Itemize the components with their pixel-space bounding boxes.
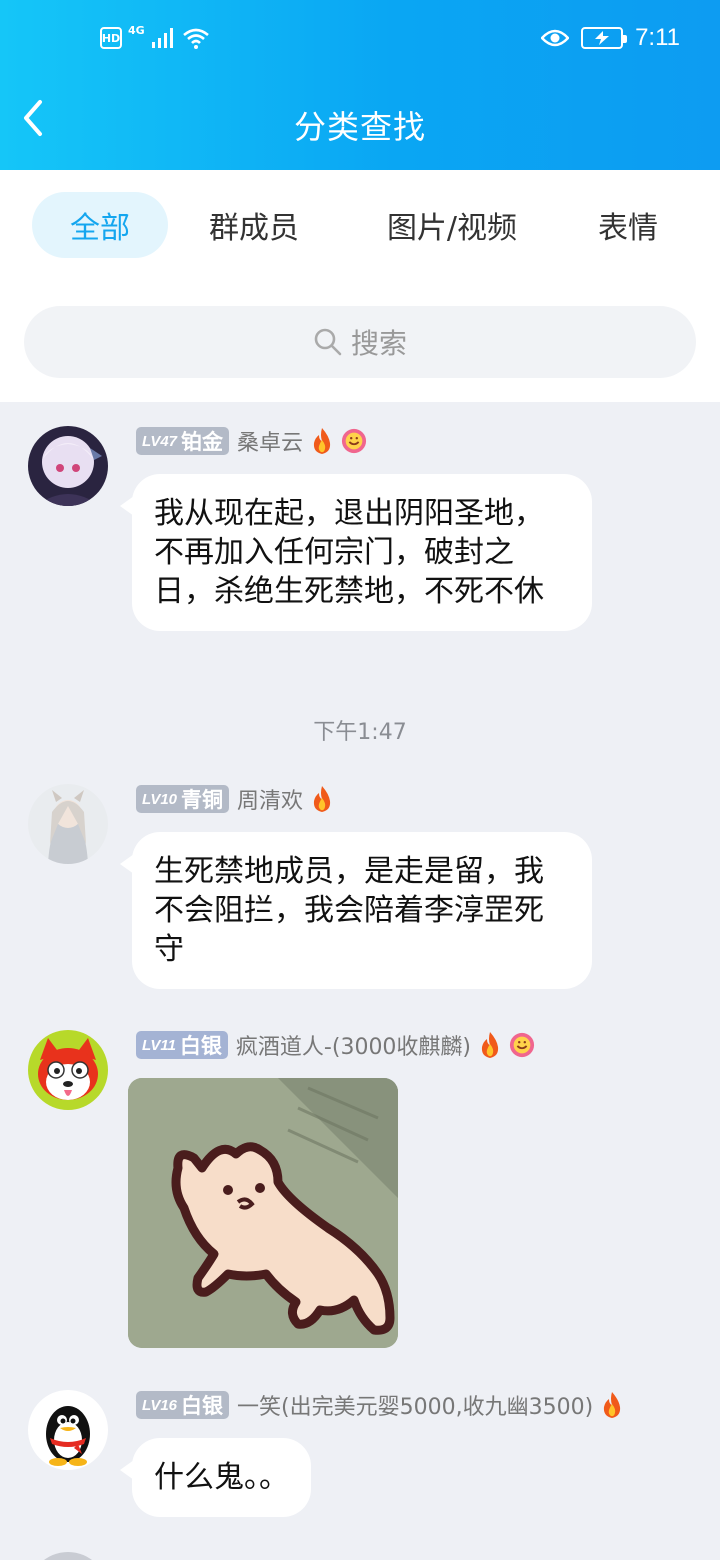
fire-icon xyxy=(604,1392,621,1418)
header: HD 4G 7:11 分类查找 xyxy=(0,0,720,170)
fire-icon xyxy=(313,428,331,454)
level-rank: 青铜 xyxy=(181,788,224,812)
level-number: LV16 xyxy=(142,1396,178,1414)
nav-bar: 分类查找 xyxy=(0,84,720,170)
page-title: 分类查找 xyxy=(293,108,426,146)
fire-icon xyxy=(481,1032,499,1058)
status-bar: HD 4G 7:11 xyxy=(0,0,720,84)
avatar[interactable] xyxy=(28,1390,108,1470)
chat-history[interactable]: LV47 铂金 桑卓云 我从现在起，退出阴阳圣地，不再加入任何宗门，破封之日，杀… xyxy=(0,402,720,1560)
network-type: 4G xyxy=(128,23,145,37)
hd-badge: HD xyxy=(100,27,122,49)
search-input[interactable]: 搜索 xyxy=(24,306,696,378)
level-number: LV11 xyxy=(142,1036,176,1054)
sender-meta: LV47 铂金 桑卓云 xyxy=(136,426,367,456)
level-badge: LV10 青铜 xyxy=(136,785,230,813)
avatar[interactable] xyxy=(28,426,108,506)
level-number: LV47 xyxy=(142,432,178,450)
level-rank: 白银 xyxy=(179,1034,222,1058)
filter-panel: 全部 群成员 图片/视频 表情 搜索 xyxy=(0,170,720,402)
sender-meta: LV11 白银 疯酒道人-(3000收麒麟) xyxy=(136,1030,535,1060)
message-bubble[interactable]: 生死禁地成员，是走是留，我不会阻拦，我会陪着李淳罡死守 xyxy=(120,832,592,989)
tab-stickers[interactable]: 表情 xyxy=(580,192,676,258)
search-icon xyxy=(314,328,342,356)
level-rank: 白银 xyxy=(181,1394,224,1418)
message-bubble[interactable]: 我从现在起，退出阴阳圣地，不再加入任何宗门，破封之日，杀绝生死禁地，不死不休 xyxy=(120,474,592,631)
timestamp: 下午1:47 xyxy=(313,720,407,745)
search-placeholder: 搜索 xyxy=(350,327,407,360)
message-bubble[interactable]: 什么鬼。。 xyxy=(120,1438,311,1517)
sender-name[interactable]: 疯酒道人-(3000收麒麟) xyxy=(236,1029,471,1061)
tab-all[interactable]: 全部 xyxy=(32,192,168,258)
level-rank: 铂金 xyxy=(181,430,224,454)
sender-meta: LV16 白银 一笑(出完美元婴5000,收九幽3500) xyxy=(136,1390,625,1420)
avatar[interactable] xyxy=(28,784,108,864)
sender-name[interactable]: 桑卓云 xyxy=(237,425,303,457)
wifi-icon xyxy=(182,28,209,49)
fire-icon xyxy=(313,786,331,812)
level-badge: LV11 白银 xyxy=(136,1031,228,1059)
battery-icon xyxy=(581,27,628,49)
cat-sticker-image[interactable] xyxy=(128,1078,398,1348)
status-left: HD 4G xyxy=(100,23,211,50)
tab-images-videos[interactable]: 图片/视频 xyxy=(362,192,542,258)
avatar[interactable] xyxy=(28,1030,108,1110)
clock: 7:11 xyxy=(635,24,680,51)
category-tabs: 全部 群成员 图片/视频 表情 xyxy=(32,192,692,258)
flower-smile-icon xyxy=(509,1032,535,1058)
sender-name[interactable]: 周清欢 xyxy=(237,783,303,815)
avatar[interactable] xyxy=(28,1552,108,1560)
flower-smile-icon xyxy=(341,428,367,454)
level-badge: LV47 铂金 xyxy=(136,427,230,455)
status-right: 7:11 xyxy=(541,24,680,52)
eye-icon xyxy=(541,29,570,47)
sender-name[interactable]: 一笑(出完美元婴5000,收九幽3500) xyxy=(237,1389,593,1421)
level-badge: LV16 白银 xyxy=(136,1391,230,1419)
signal-icon xyxy=(151,28,173,48)
level-number: LV10 xyxy=(142,790,178,808)
tab-group-members[interactable]: 群成员 xyxy=(186,192,322,258)
sender-meta: LV10 青铜 周清欢 xyxy=(136,784,335,814)
